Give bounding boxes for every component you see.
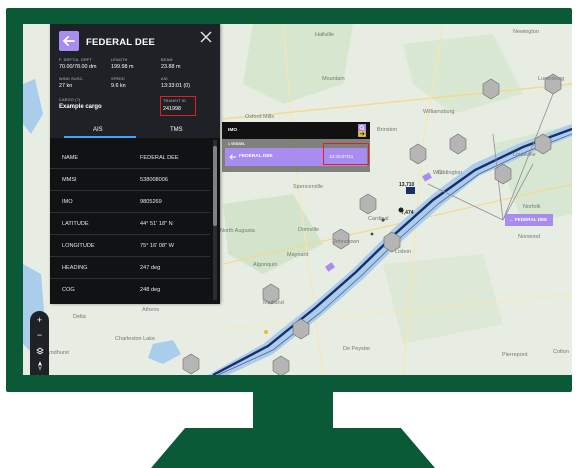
- vessel-list-name: FEDERAL DEE: [239, 154, 273, 159]
- compass-button[interactable]: [30, 361, 49, 373]
- place-label: Maitland: [263, 300, 284, 306]
- zoom-controls: + −: [30, 311, 49, 375]
- cargo-value: Example cargo: [59, 104, 102, 110]
- transit-id-highlight-box: [160, 96, 196, 116]
- row-value: FEDERAL DEE: [140, 155, 179, 161]
- place-label: Spencerville: [293, 184, 323, 190]
- stat-value: 199.98 m: [111, 64, 134, 70]
- back-button[interactable]: [59, 31, 79, 51]
- row-label: LONGITUDE: [62, 243, 95, 249]
- marker-count-label: 13,710: [399, 182, 415, 188]
- place-label: Newington: [513, 29, 539, 35]
- row-label: HEADING: [62, 265, 88, 271]
- place-label: Algonquin: [253, 262, 278, 268]
- stat-value: 70.00/78.00 dm: [59, 64, 97, 70]
- layers-button[interactable]: [30, 347, 49, 357]
- time-highlight-box: [323, 143, 369, 165]
- close-icon: [200, 31, 212, 43]
- row-value: 247 deg: [140, 265, 161, 271]
- place-label: Brinston: [377, 127, 398, 133]
- popup-actions[interactable]: [358, 124, 366, 137]
- stat-value: 13:33:01 (0): [161, 83, 191, 89]
- active-tab-indicator: [64, 136, 136, 138]
- arrow-left-icon: [229, 154, 236, 160]
- row-label: NAME: [62, 155, 79, 161]
- row-value: 248 deg: [140, 287, 161, 293]
- place-label: Oxford Mills: [245, 114, 275, 120]
- marker-count-label: 7,474: [401, 210, 414, 216]
- row-label: IMO: [62, 199, 73, 205]
- stat-value: 9.6 kn: [111, 83, 126, 89]
- place-label: De Peyster: [343, 346, 371, 352]
- place-label: Lunenburg: [538, 76, 565, 82]
- row-value: 44° 51' 18" N: [140, 221, 173, 227]
- row-value: 9805269: [140, 199, 162, 205]
- place-label: Athens: [142, 307, 160, 313]
- tab-tms[interactable]: TMS: [170, 127, 183, 133]
- place-label: Charleston Lake: [115, 336, 156, 342]
- place-label: Lisbon: [395, 249, 412, 255]
- vessel-count: 1 VESSEL: [228, 142, 246, 146]
- place-label: North Augusta: [220, 228, 255, 234]
- row-value: 538008006: [140, 177, 168, 183]
- table-row: LATITUDE 44° 51' 18" N: [50, 213, 210, 235]
- place-label: Colton: [553, 349, 569, 355]
- stat-label: BEAM: [161, 58, 173, 62]
- vessel-tag-label: FEDERAL DEE: [514, 217, 548, 222]
- compass-icon: [37, 361, 42, 371]
- stat-value: 23.88 m: [161, 64, 181, 70]
- row-label: COG: [62, 287, 75, 293]
- monitor-screen: Hallville Mountain Oxford Mills Brinston…: [23, 24, 572, 375]
- scrollbar-thumb[interactable]: [213, 146, 217, 226]
- table-row: HEADING 247 deg: [50, 257, 210, 279]
- place-label: Cardinal: [368, 216, 389, 222]
- arrow-left-icon: [62, 36, 75, 46]
- vessel-details-panel: FEDERAL DEE F. DRFT/A. DRFT 70.00/78.00 …: [50, 24, 220, 304]
- table-row: MMSI 538008006: [50, 169, 210, 191]
- place-label: Delta: [73, 314, 86, 320]
- zoom-out-button[interactable]: −: [30, 330, 49, 340]
- layers-icon: [35, 347, 44, 355]
- close-button[interactable]: [200, 31, 212, 45]
- stat-label: WIND SUSC.: [59, 77, 84, 81]
- panel-scrollbar[interactable]: [213, 140, 217, 300]
- tab-ais[interactable]: AIS: [93, 127, 103, 133]
- place-label: Louisville: [513, 152, 536, 158]
- table-row: NAME FEDERAL DEE: [50, 147, 210, 169]
- place-label: Domville: [298, 227, 320, 233]
- stat-value: 27 kn: [59, 83, 73, 89]
- cargo-label: CARGO (?): [59, 98, 81, 102]
- search-icon[interactable]: [358, 124, 366, 137]
- place-label: Williamsburg: [423, 109, 455, 115]
- row-label: MMSI: [62, 177, 77, 183]
- place-label: Maynard: [287, 252, 309, 258]
- table-row: COG 248 deg: [50, 279, 210, 301]
- place-label: Hallville: [315, 32, 334, 38]
- place-label: Norfolk: [523, 204, 541, 210]
- stat-label: LENGTH: [111, 58, 128, 62]
- panel-header: FEDERAL DEE F. DRFT/A. DRFT 70.00/78.00 …: [50, 24, 220, 124]
- stat-label: SPEED: [111, 77, 125, 81]
- place-label: Norwood: [518, 234, 541, 240]
- place-label: Johnstown: [333, 239, 360, 245]
- place-label: Pierrepont: [502, 352, 528, 358]
- imo-popup-title: IMO: [228, 128, 238, 133]
- vessel-name-title: FEDERAL DEE: [86, 37, 156, 48]
- panel-tabs: AIS TMS: [50, 124, 220, 138]
- stat-label: ASI: [161, 77, 168, 81]
- monitor-stand: [151, 428, 435, 468]
- place-label: Waddington: [433, 170, 463, 176]
- vessel-map-tag[interactable]: ← FEDERAL DEE: [505, 214, 553, 226]
- monitor-illustration: Hallville Mountain Oxford Mills Brinston…: [0, 0, 578, 468]
- row-value: 75° 16' 08" W: [140, 243, 174, 249]
- table-row: LONGITUDE 75° 16' 08" W: [50, 235, 210, 257]
- zoom-in-button[interactable]: +: [30, 315, 49, 325]
- place-label: Mountain: [322, 76, 345, 82]
- imo-popup-header: IMO: [222, 122, 370, 139]
- stat-label: F. DRFT/A. DRFT: [59, 58, 92, 62]
- row-label: LATITUDE: [62, 221, 89, 227]
- table-row: IMO 9805269: [50, 191, 210, 213]
